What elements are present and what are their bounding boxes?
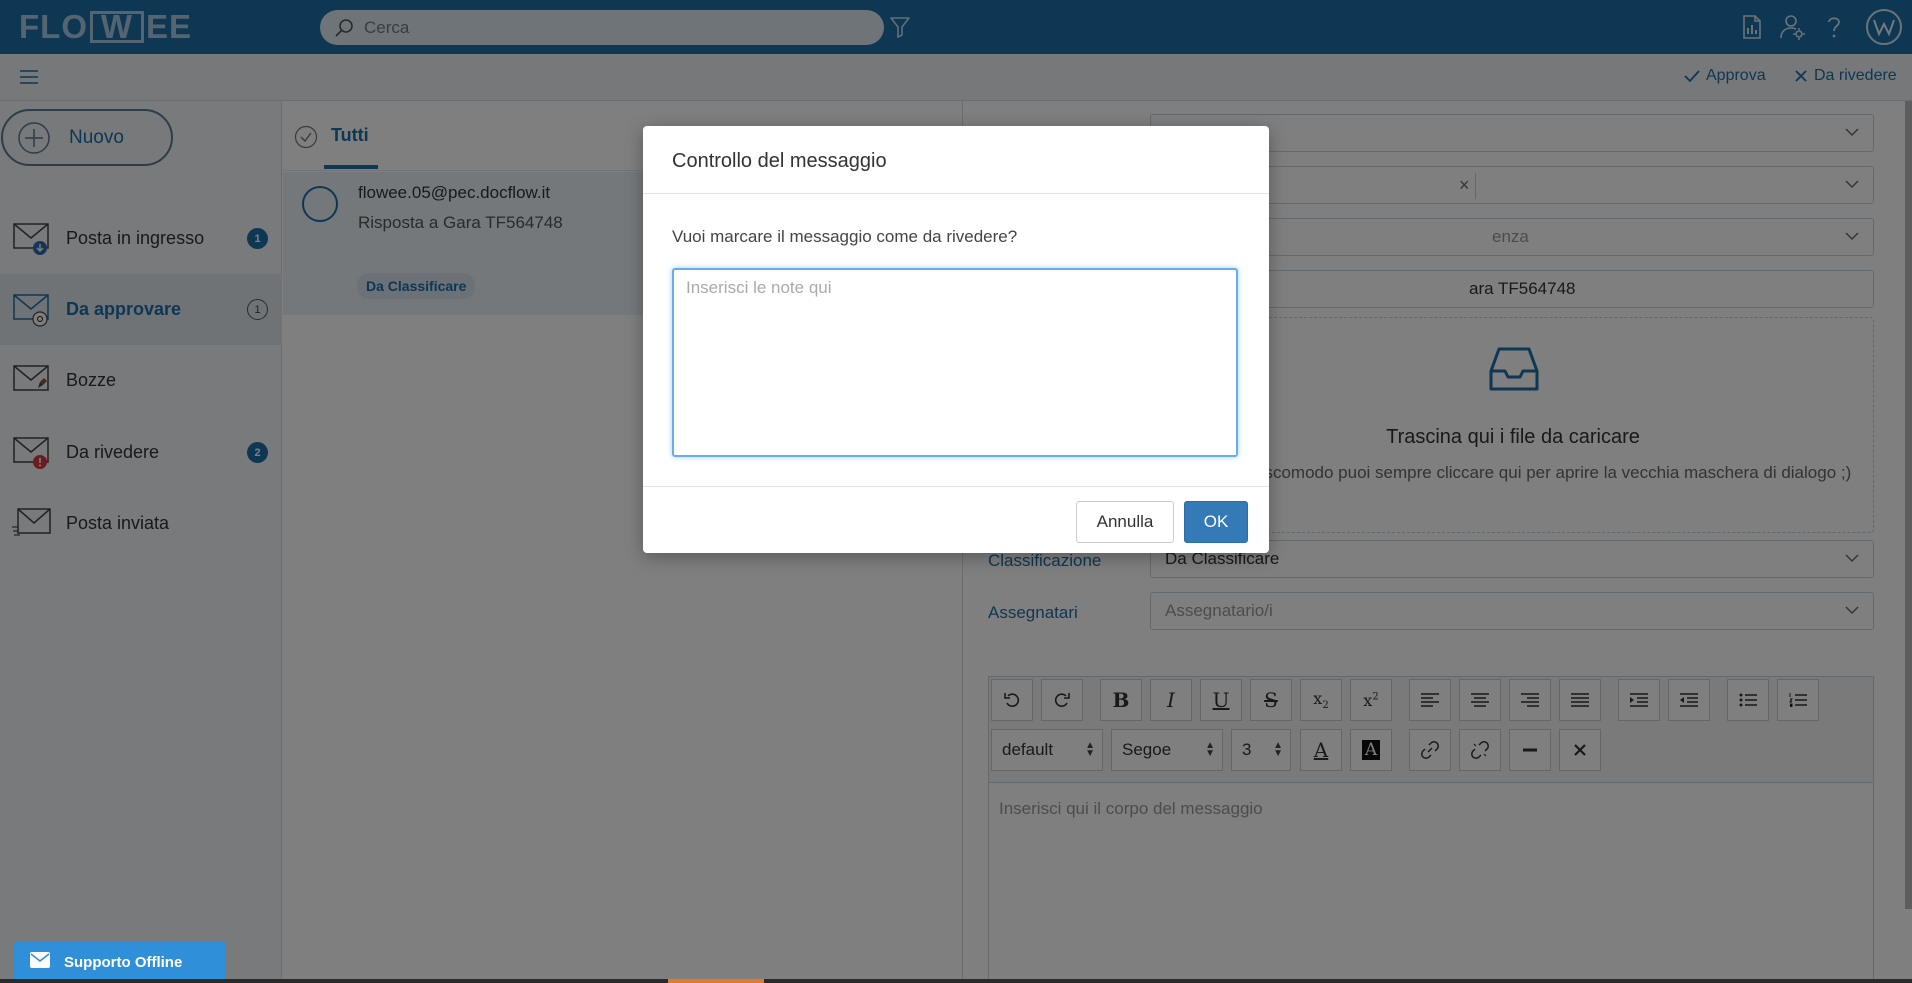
taskbar-edge (0, 979, 1912, 983)
cancel-button[interactable]: Annulla (1076, 501, 1174, 543)
ok-button[interactable]: OK (1184, 501, 1248, 543)
envelope-icon (30, 952, 50, 968)
dialog-question: Vuoi marcare il messaggio come da rivede… (672, 227, 1018, 246)
taskbar-accent (668, 979, 764, 983)
review-confirm-dialog: Controllo del messaggio Vuoi marcare il … (643, 126, 1269, 553)
offline-support-button[interactable]: Supporto Offline (14, 942, 226, 983)
notes-textarea[interactable] (672, 268, 1238, 457)
support-label: Supporto Offline (64, 954, 183, 971)
dialog-header-divider (643, 193, 1269, 194)
dialog-footer-divider (643, 486, 1269, 487)
dialog-title: Controllo del messaggio (672, 150, 887, 172)
